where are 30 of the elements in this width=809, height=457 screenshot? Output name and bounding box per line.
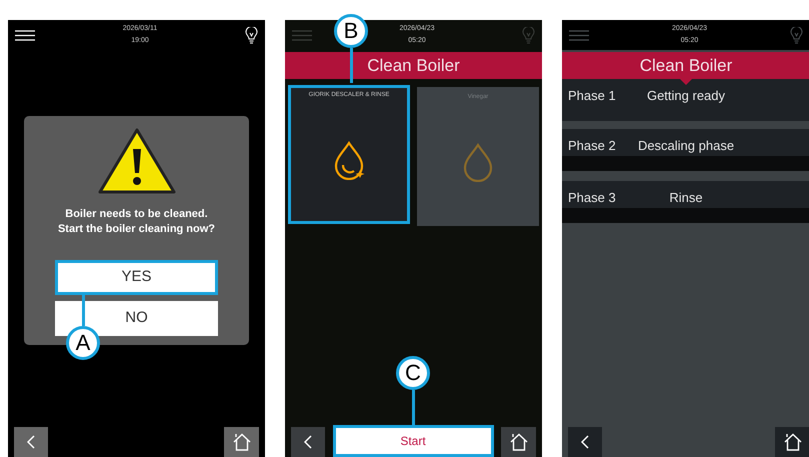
phase-label: Phase 2	[567, 137, 616, 155]
start-button[interactable]: Start	[332, 425, 494, 457]
dialog-message: Boiler needs to be cleaned. Start the boiler cleaning now?	[58, 207, 216, 237]
home-icon	[508, 433, 528, 451]
chevron-left-icon	[304, 435, 312, 449]
leader-line	[412, 390, 415, 425]
light-bulb-icon[interactable]	[244, 26, 258, 44]
home-icon	[232, 433, 252, 451]
dialog-button[interactable]: NO	[55, 301, 218, 336]
phase-name: Getting ready	[646, 87, 726, 105]
title-bar: Clean Boiler	[285, 52, 542, 79]
leader-line	[82, 294, 85, 326]
dialog-button[interactable]: YES	[55, 260, 218, 295]
back-button[interactable]	[568, 427, 602, 457]
home-button[interactable]	[501, 427, 536, 457]
home-icon	[782, 433, 802, 451]
back-button[interactable]	[14, 427, 48, 457]
phase-name: Descaling phase	[638, 137, 734, 155]
callout-label: C	[396, 356, 430, 390]
callout-label: A	[66, 326, 100, 360]
phase-label: Phase 3	[567, 189, 616, 207]
phase-name: Rinse	[669, 189, 703, 207]
home-button[interactable]	[775, 427, 809, 457]
back-button[interactable]	[291, 427, 325, 457]
leader-line	[350, 48, 353, 83]
warning-icon	[96, 127, 176, 195]
phase-label: Phase 1	[567, 87, 616, 105]
chevron-left-icon	[27, 435, 35, 449]
pointer-icon	[678, 77, 694, 85]
chevron-left-icon	[581, 435, 589, 449]
